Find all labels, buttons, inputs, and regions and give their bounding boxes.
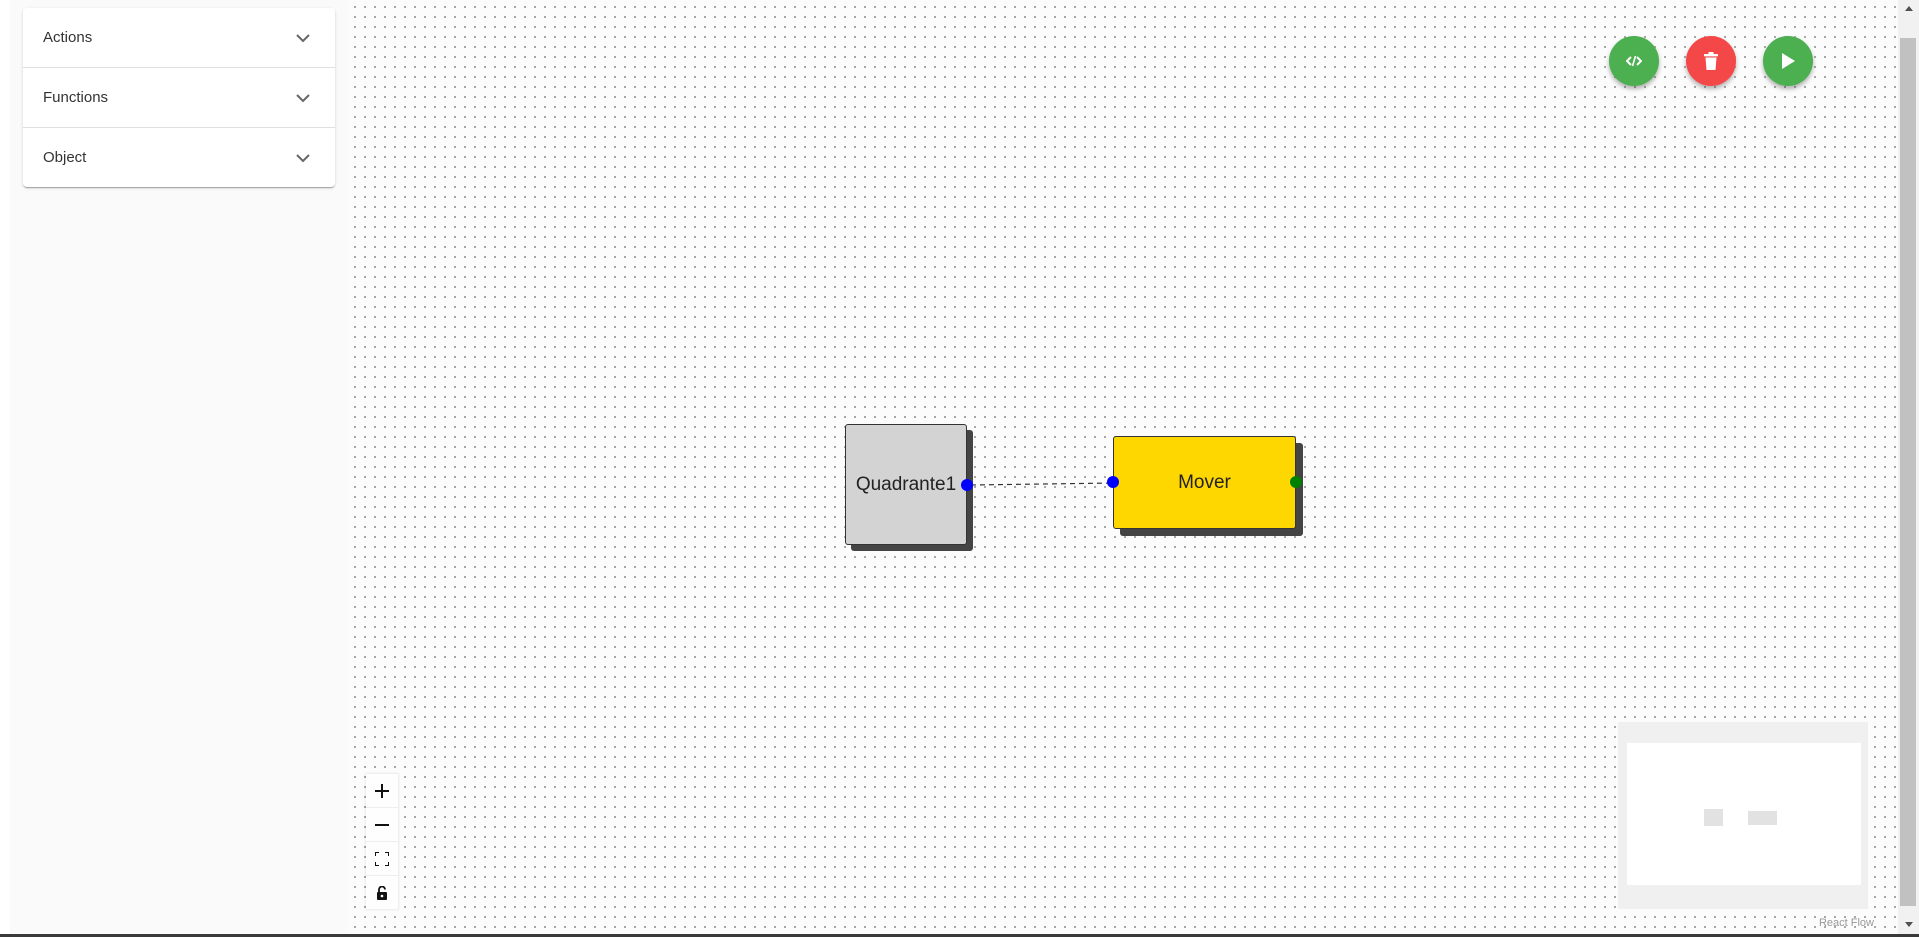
vertical-scrollbar[interactable]: [1898, 0, 1919, 934]
minimap-node-quadrante1: [1704, 809, 1723, 826]
sidebar: Actions Functions Object: [10, 0, 348, 934]
accordion-functions-label: Functions: [43, 89, 109, 106]
lock-icon: [377, 885, 387, 900]
minimap-node-mover: [1748, 811, 1777, 825]
plus-icon: [375, 783, 389, 798]
zoom-in-button[interactable]: [366, 774, 398, 808]
scroll-down-icon[interactable]: [1898, 916, 1919, 932]
accordion-object[interactable]: Object: [23, 128, 335, 187]
trash-icon: [1704, 52, 1718, 70]
accordion-functions[interactable]: Functions: [23, 68, 335, 128]
code-icon: [1626, 55, 1642, 67]
edge-quadrante1-mover[interactable]: [970, 482, 1117, 486]
accordion-actions[interactable]: Actions: [23, 8, 335, 68]
flow-node-mover[interactable]: Mover: [1107, 436, 1302, 529]
flow-node-quadrante1[interactable]: Quadrante1: [845, 424, 973, 545]
zoom-out-button[interactable]: [366, 808, 398, 842]
minimap[interactable]: [1618, 722, 1868, 909]
fit-view-icon: [375, 851, 389, 866]
source-handle[interactable]: [961, 479, 973, 491]
view-code-button[interactable]: [1609, 36, 1659, 86]
app-window: Actions Functions Object Quadrante1 Move…: [0, 0, 1919, 937]
react-flow-attribution[interactable]: React Flow: [1819, 917, 1874, 929]
scroll-up-icon[interactable]: [1898, 0, 1919, 16]
fit-view-button[interactable]: [366, 842, 398, 876]
source-handle[interactable]: [1290, 476, 1302, 488]
minus-icon: [375, 823, 389, 826]
accordion-actions-label: Actions: [43, 29, 93, 46]
minimap-viewport: [1627, 743, 1861, 885]
chevron-down-icon: [296, 154, 310, 163]
flow-controls: [366, 774, 398, 909]
delete-button[interactable]: [1686, 36, 1736, 86]
scroll-thumb[interactable]: [1900, 38, 1916, 906]
play-icon: [1782, 53, 1795, 69]
node-label: Quadrante1: [855, 473, 957, 495]
lock-button[interactable]: [366, 876, 398, 909]
run-button[interactable]: [1763, 36, 1813, 86]
node-palette-accordion: Actions Functions Object: [23, 8, 335, 187]
chevron-down-icon: [296, 94, 310, 103]
node-label: Mover: [1178, 471, 1231, 493]
accordion-object-label: Object: [43, 149, 87, 166]
flow-canvas[interactable]: Quadrante1 Mover React Flow: [348, 0, 1898, 934]
target-handle[interactable]: [1107, 476, 1119, 488]
chevron-down-icon: [296, 34, 310, 43]
